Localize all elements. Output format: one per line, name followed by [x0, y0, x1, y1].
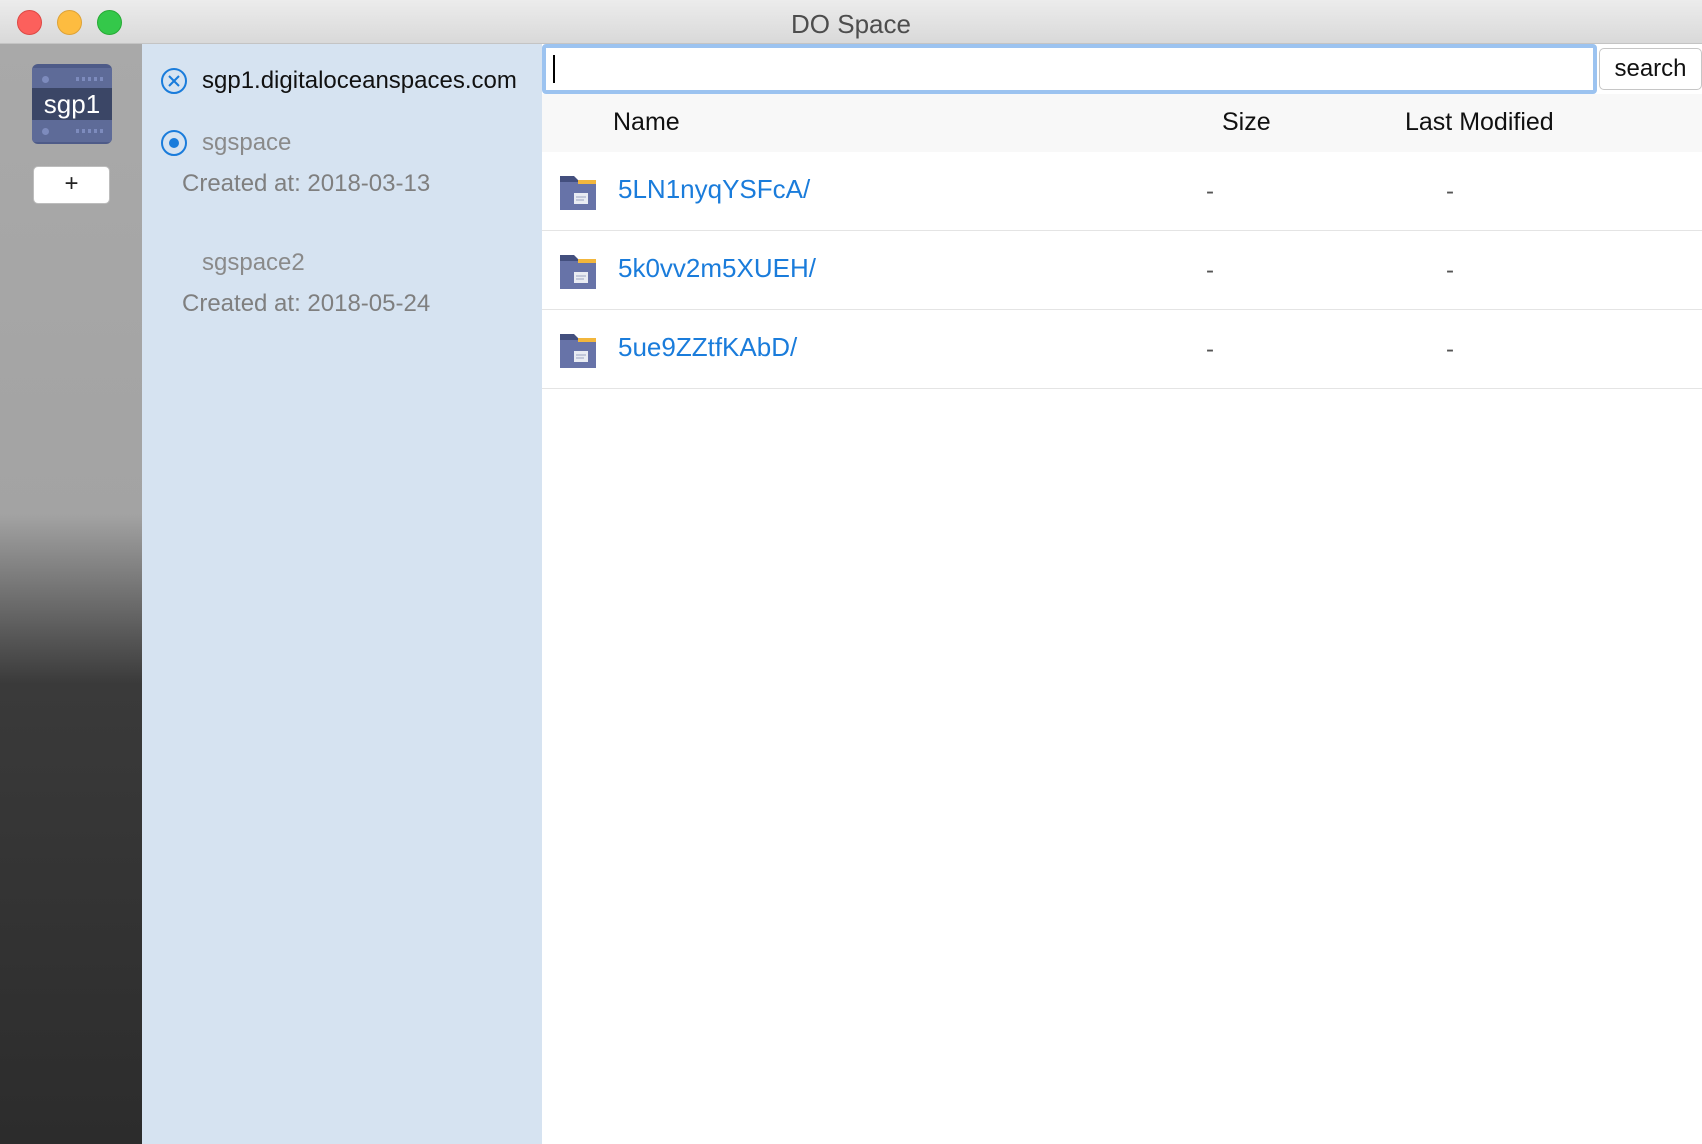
radio-selected-icon[interactable] [160, 129, 188, 157]
space-item-sgspace2[interactable]: sgspace2 Created at: 2018-05-24 [160, 246, 430, 318]
last-modified: - [1446, 257, 1454, 284]
radio-unselected[interactable] [160, 249, 188, 277]
file-size: - [1206, 257, 1214, 284]
column-header-size[interactable]: Size [1222, 108, 1271, 137]
server-rack-icon [32, 68, 112, 90]
space-item-sgspace[interactable]: sgspace Created at: 2018-03-13 [160, 126, 430, 198]
folder-name-link[interactable]: 5LN1nyqYSFcA/ [618, 174, 810, 205]
file-size: - [1206, 178, 1214, 205]
spaces-panel: sgp1.digitaloceanspaces.com sgspace Crea… [142, 44, 542, 1144]
endpoint-row: sgp1.digitaloceanspaces.com [160, 64, 517, 98]
table-header: Name Size Last Modified [542, 94, 1702, 152]
folder-icon [560, 255, 596, 289]
space-created-date: Created at: 2018-03-13 [182, 170, 431, 197]
file-browser: search Name Size Last Modified 5LN1nyqYS… [542, 44, 1702, 1144]
last-modified: - [1446, 178, 1454, 205]
space-name: sgspace2 [202, 249, 305, 276]
last-modified: - [1446, 336, 1454, 363]
folder-name-link[interactable]: 5k0vv2m5XUEH/ [618, 253, 816, 284]
space-created-date: Created at: 2018-05-24 [182, 290, 431, 317]
folder-icon [560, 176, 596, 210]
table-row[interactable]: 5LN1nyqYSFcA/ - - [542, 152, 1702, 231]
space-name: sgspace [202, 129, 292, 156]
close-circle-icon[interactable] [160, 67, 188, 95]
search-input[interactable] [542, 44, 1597, 94]
server-label: sgp1 [32, 88, 112, 120]
title-bar: DO Space [0, 0, 1702, 44]
app-window: DO Space sgp1 + sgp1.digitaloceanspaces.… [0, 0, 1702, 1144]
add-server-button[interactable]: + [33, 166, 110, 204]
server-sidebar: sgp1 + [0, 44, 142, 1144]
column-header-name[interactable]: Name [613, 108, 680, 137]
table-row[interactable]: 5k0vv2m5XUEH/ - - [542, 231, 1702, 310]
text-caret [553, 55, 555, 83]
window-title: DO Space [791, 9, 911, 39]
server-item-sgp1[interactable]: sgp1 [32, 64, 112, 144]
search-button[interactable]: search [1599, 48, 1702, 90]
table-row[interactable]: 5ue9ZZtfKAbD/ - - [542, 310, 1702, 389]
column-header-last-modified[interactable]: Last Modified [1405, 108, 1554, 137]
endpoint-label: sgp1.digitaloceanspaces.com [202, 67, 517, 94]
server-rack-icon [32, 120, 112, 142]
file-size: - [1206, 336, 1214, 363]
folder-name-link[interactable]: 5ue9ZZtfKAbD/ [618, 332, 797, 363]
folder-icon [560, 334, 596, 368]
